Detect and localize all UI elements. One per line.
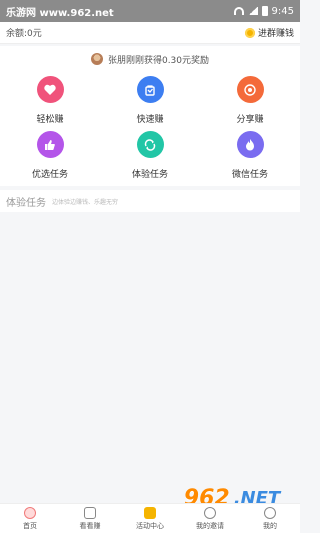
feature-label: 轻松赚: [36, 115, 64, 125]
feature-label: 分享赚: [236, 115, 264, 125]
feature-quick-earn[interactable]: 快速赚: [100, 76, 200, 125]
balance-text: 余额:0元: [6, 29, 42, 39]
wifi-icon: [233, 7, 244, 15]
feature-label: 微信任务: [231, 170, 268, 180]
nav-home[interactable]: 首页: [0, 506, 60, 531]
reward-notice-text: 张朋刚刚获得0.30元奖励: [107, 55, 210, 66]
feature-preferred-tasks[interactable]: 优选任务: [0, 131, 100, 180]
nav-label: 我的邀请: [196, 521, 224, 530]
balance-bar: 余额:0元 进群赚钱: [0, 22, 300, 44]
bottom-nav: 首页 看看赚 活动中心 我的邀请 我的: [0, 503, 300, 533]
user-icon: [264, 506, 276, 519]
feature-share-earn[interactable]: 分享赚: [200, 76, 300, 125]
status-bar-right: 9:45: [233, 5, 294, 17]
feature-label: 快速赚: [136, 115, 164, 125]
battery-icon: [261, 6, 268, 16]
feature-experience-tasks[interactable]: 体验任务: [100, 131, 200, 180]
camera-shutter-icon: [236, 76, 264, 103]
experience-tasks-header: 体验任务 边体验边赚钱、乐趣无穷: [0, 190, 300, 212]
experience-tasks-title: 体验任务: [6, 197, 46, 209]
nav-label: 首页: [23, 521, 37, 530]
status-bar: 乐游网 www.962.net 9:45: [0, 0, 300, 22]
feature-wechat-tasks[interactable]: 微信任务: [200, 131, 300, 180]
coin-icon: [244, 27, 255, 38]
heart-icon: [36, 76, 64, 103]
join-group-label: 进群赚钱: [257, 29, 294, 39]
thumbs-up-icon: [36, 131, 64, 158]
status-bar-site: 乐游网 www.962.net: [6, 7, 114, 19]
join-group-button[interactable]: 进群赚钱: [244, 26, 294, 39]
invite-icon: [204, 506, 216, 519]
experience-tasks-subtitle: 边体验边赚钱、乐趣无穷: [52, 198, 119, 206]
feature-easy-earn[interactable]: 轻松赚: [0, 76, 100, 125]
nav-label: 活动中心: [136, 521, 164, 530]
nav-label: 我的: [263, 521, 277, 530]
flame-icon: [236, 131, 264, 158]
reward-notice: 张朋刚刚获得0.30元奖励: [0, 52, 300, 66]
gift-icon: [144, 506, 156, 519]
bag-icon: [136, 76, 164, 103]
book-icon: [84, 506, 96, 519]
nav-invite[interactable]: 我的邀请: [180, 506, 240, 531]
signal-icon: [247, 7, 258, 15]
nav-activity-center[interactable]: 活动中心: [120, 506, 180, 531]
nav-label: 看看赚: [79, 521, 101, 530]
home-icon: [24, 506, 36, 519]
feature-card: 张朋刚刚获得0.30元奖励 轻松赚 快速赚 分享赚 优选任务 体验任务 微信任务: [0, 46, 300, 186]
recycle-icon: [136, 131, 164, 158]
feature-label: 优选任务: [31, 170, 68, 180]
nav-mine[interactable]: 我的: [240, 506, 300, 531]
status-time: 9:45: [271, 5, 294, 17]
avatar: [90, 53, 103, 65]
feature-label: 体验任务: [131, 170, 168, 180]
nav-watch-earn[interactable]: 看看赚: [60, 506, 120, 531]
